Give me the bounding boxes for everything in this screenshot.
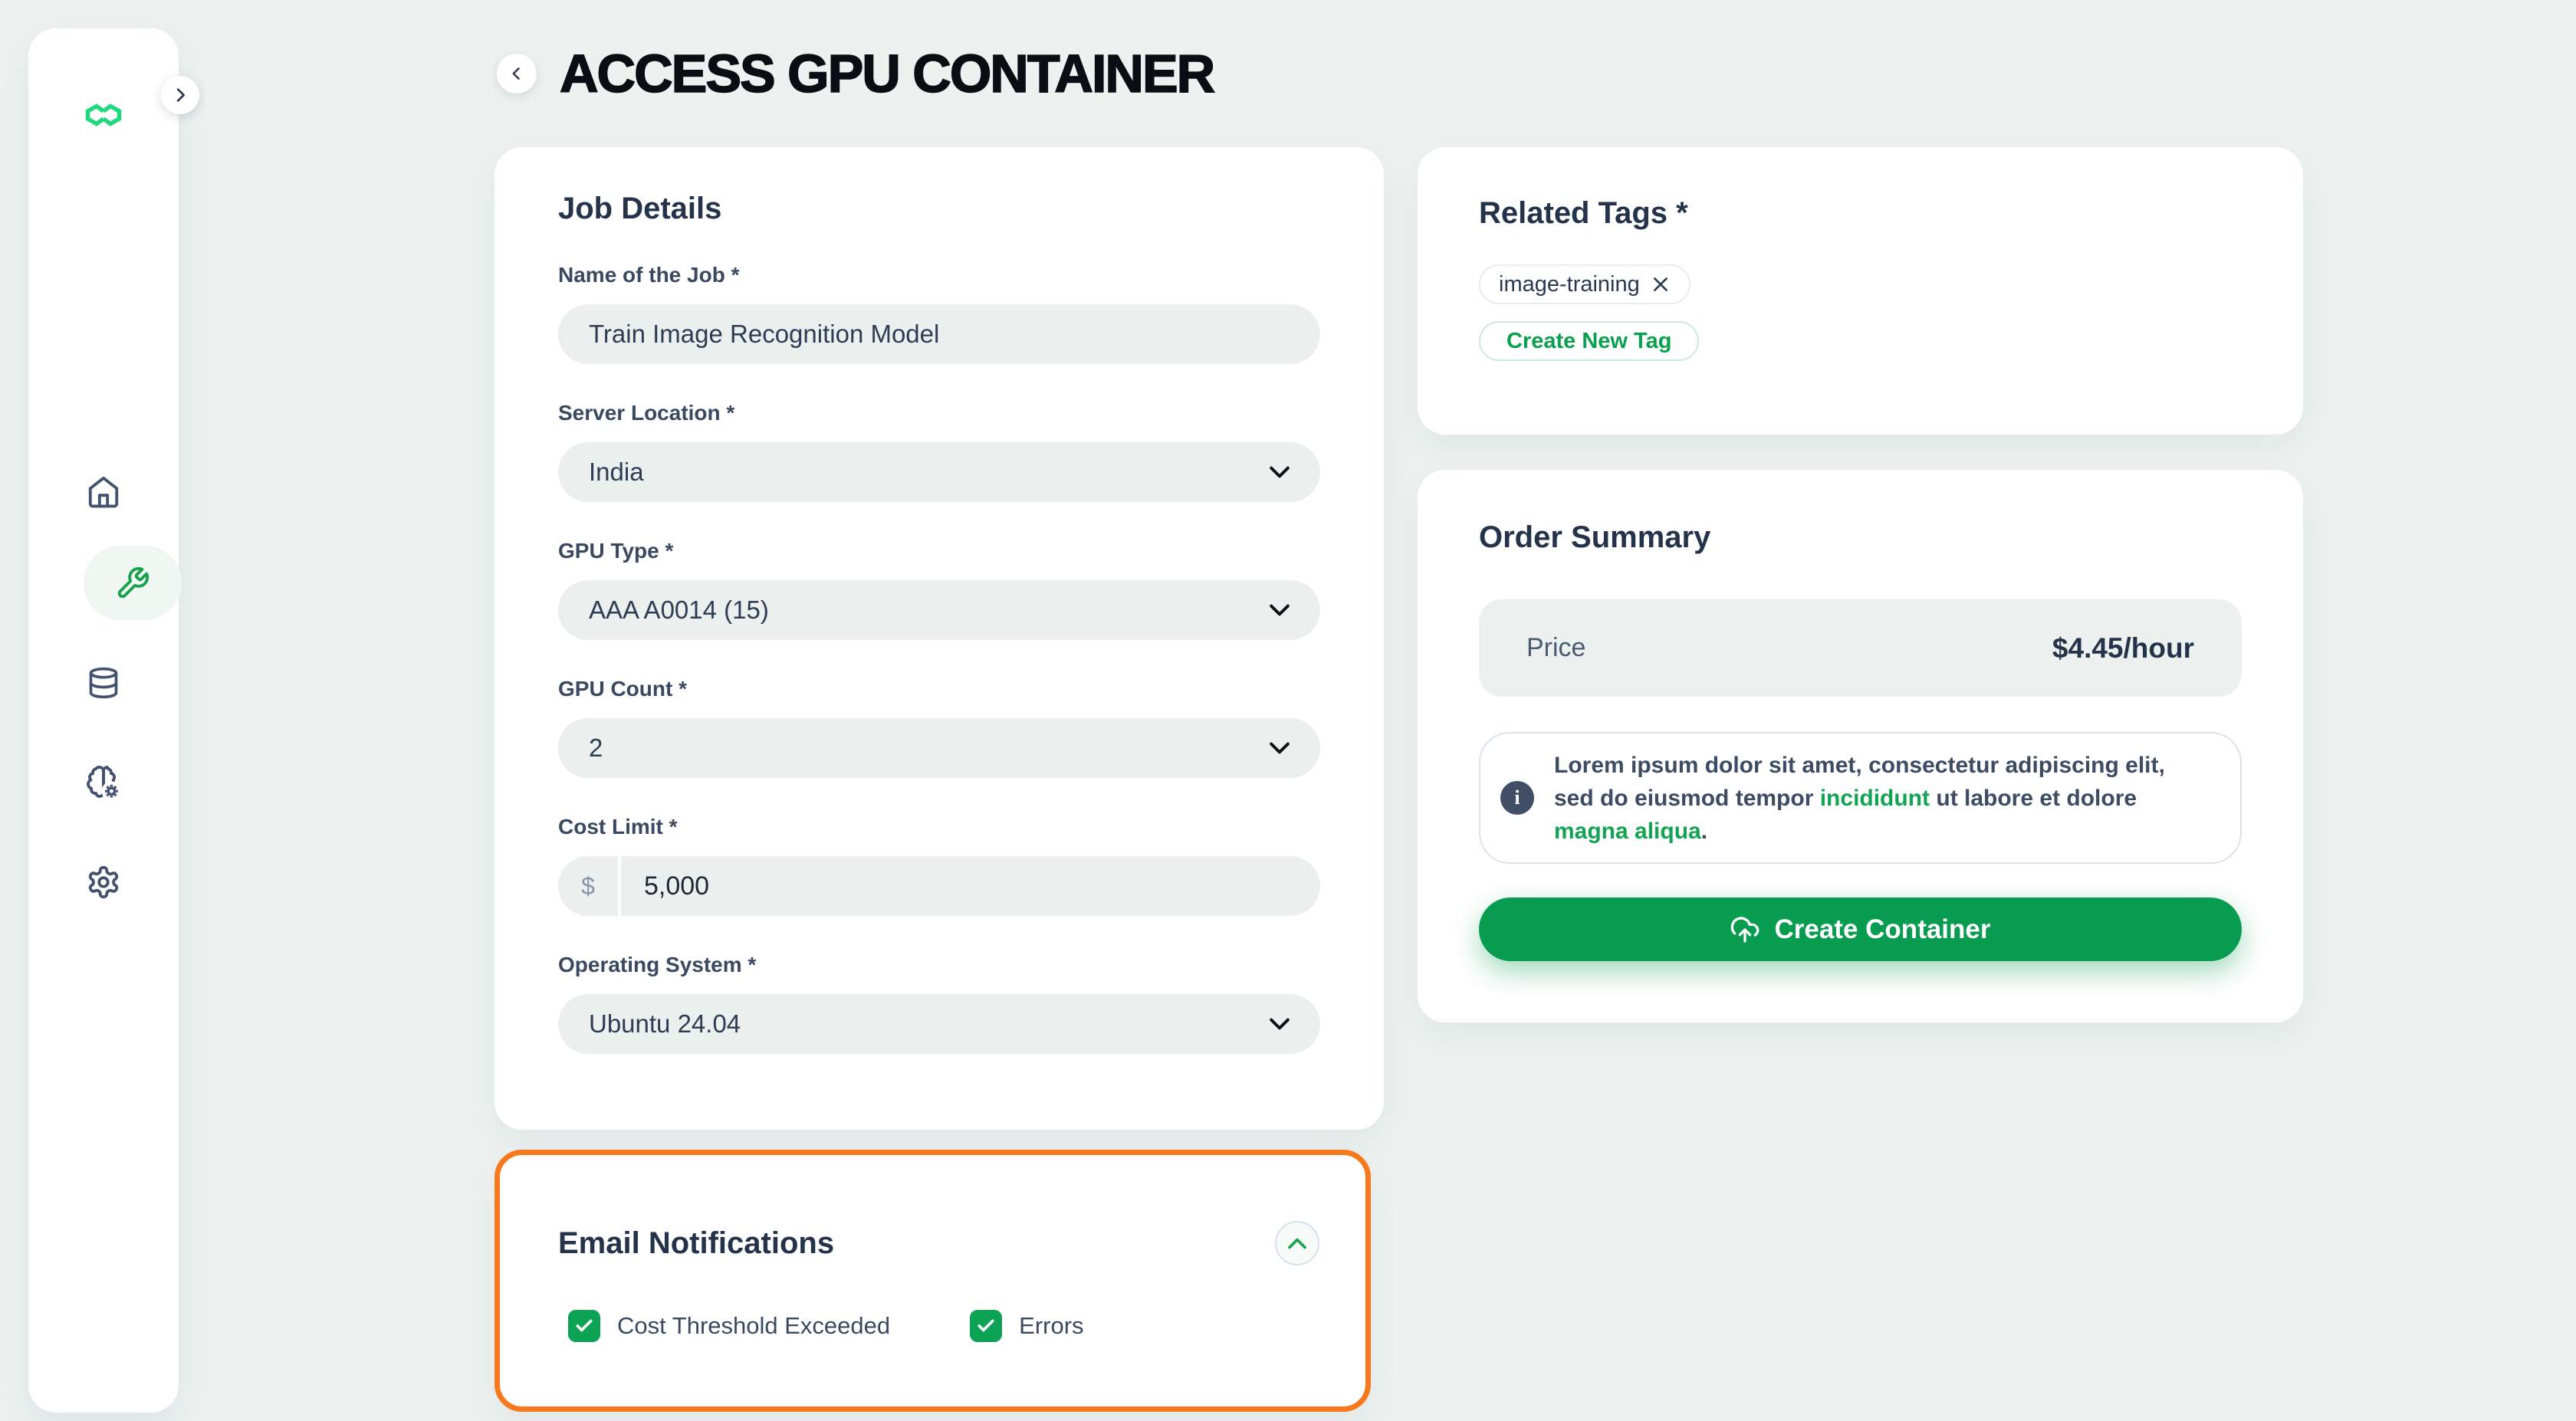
cost-limit-label: Cost Limit * [558, 815, 1320, 839]
chevron-left-icon [509, 66, 524, 81]
create-container-button[interactable]: Create Container [1479, 898, 2242, 961]
cost-limit-input[interactable] [621, 856, 1320, 916]
cost-limit-input-value[interactable] [644, 871, 1297, 901]
tag-chip: image-training [1479, 264, 1691, 304]
create-new-tag-button[interactable]: Create New Tag [1479, 321, 1699, 361]
collapse-button[interactable] [1275, 1221, 1319, 1265]
notification-option-cost-threshold: Cost Threshold Exceeded [568, 1310, 890, 1342]
operating-system-label: Operating System * [558, 953, 1320, 977]
create-container-label: Create Container [1774, 914, 1990, 945]
email-notifications-title: Email Notifications [558, 1226, 834, 1261]
related-tags-title: Related Tags * [1479, 196, 2242, 231]
chevron-down-icon [1270, 604, 1290, 616]
job-name-input[interactable] [558, 304, 1320, 364]
cloud-upload-icon [1730, 914, 1760, 945]
job-name-input-value[interactable] [589, 320, 1290, 349]
sidebar-expand-button[interactable] [161, 76, 199, 114]
gpu-count-select[interactable]: 2 [558, 718, 1320, 778]
chevron-up-icon [1288, 1238, 1306, 1249]
back-button[interactable] [497, 54, 537, 94]
job-details-card: Job Details Name of the Job * Server Loc… [495, 147, 1384, 1130]
sidebar-item-database[interactable] [28, 665, 179, 701]
errors-label: Errors [1019, 1312, 1083, 1340]
field-server-location: Server Location * India [558, 401, 1320, 502]
gpu-type-value: AAA A0014 (15) [589, 596, 769, 625]
job-details-title: Job Details [558, 192, 1320, 226]
sidebar-item-ai-settings[interactable] [28, 763, 179, 802]
home-icon [86, 474, 121, 510]
field-job-name: Name of the Job * [558, 263, 1320, 364]
sidebar [28, 28, 179, 1413]
infinity-logo-icon [84, 103, 123, 126]
chevron-down-icon [1270, 742, 1290, 754]
server-location-value: India [589, 458, 644, 487]
gpu-count-label: GPU Count * [558, 677, 1320, 701]
order-summary-title: Order Summary [1479, 520, 2242, 555]
gear-icon [86, 865, 121, 900]
field-operating-system: Operating System * Ubuntu 24.04 [558, 953, 1320, 1054]
server-location-label: Server Location * [558, 401, 1320, 425]
page-header: ACCESS GPU CONTAINER [497, 43, 1214, 104]
info-box: i Lorem ipsum dolor sit amet, consectetu… [1479, 732, 2242, 864]
gpu-type-label: GPU Type * [558, 539, 1320, 563]
info-text: Lorem ipsum dolor sit amet, consectetur … [1554, 749, 2206, 848]
operating-system-select[interactable]: Ubuntu 24.04 [558, 994, 1320, 1054]
sidebar-item-tools[interactable] [84, 546, 182, 620]
cost-threshold-label: Cost Threshold Exceeded [617, 1312, 890, 1340]
info-icon: i [1500, 781, 1534, 815]
sidebar-item-home[interactable] [28, 474, 179, 510]
email-notifications-card: Email Notifications Cost Threshold Excee… [495, 1150, 1371, 1412]
price-row: Price $4.45/hour [1479, 599, 2242, 697]
field-cost-limit: Cost Limit * $ [558, 815, 1320, 916]
remove-tag-icon[interactable] [1651, 274, 1671, 294]
price-value: $4.45/hour [2052, 632, 2194, 665]
cost-threshold-checkbox[interactable] [568, 1310, 600, 1342]
cost-limit-input-group: $ [558, 856, 1320, 916]
gpu-type-select[interactable]: AAA A0014 (15) [558, 580, 1320, 640]
tag-label: image-training [1499, 272, 1640, 297]
errors-checkbox[interactable] [970, 1310, 1002, 1342]
currency-prefix: $ [558, 856, 618, 916]
sidebar-item-settings[interactable] [28, 864, 179, 901]
price-label: Price [1526, 633, 1585, 663]
field-gpu-type: GPU Type * AAA A0014 (15) [558, 539, 1320, 640]
server-location-select[interactable]: India [558, 442, 1320, 502]
operating-system-value: Ubuntu 24.04 [589, 1009, 741, 1039]
field-gpu-count: GPU Count * 2 [558, 677, 1320, 778]
gpu-count-value: 2 [589, 733, 603, 763]
job-name-label: Name of the Job * [558, 263, 1320, 287]
related-tags-card: Related Tags * image-training Create New… [1418, 147, 2303, 435]
chevron-right-icon [172, 87, 189, 103]
wrench-icon [115, 566, 150, 601]
order-summary-card: Order Summary Price $4.45/hour i Lorem i… [1418, 470, 2303, 1022]
brain-gear-icon [84, 763, 123, 802]
notification-option-errors: Errors [970, 1310, 1083, 1342]
chevron-down-icon [1270, 466, 1290, 478]
logo [28, 103, 179, 126]
database-icon [87, 665, 120, 701]
chevron-down-icon [1270, 1018, 1290, 1030]
page-title: ACCESS GPU CONTAINER [560, 43, 1214, 104]
